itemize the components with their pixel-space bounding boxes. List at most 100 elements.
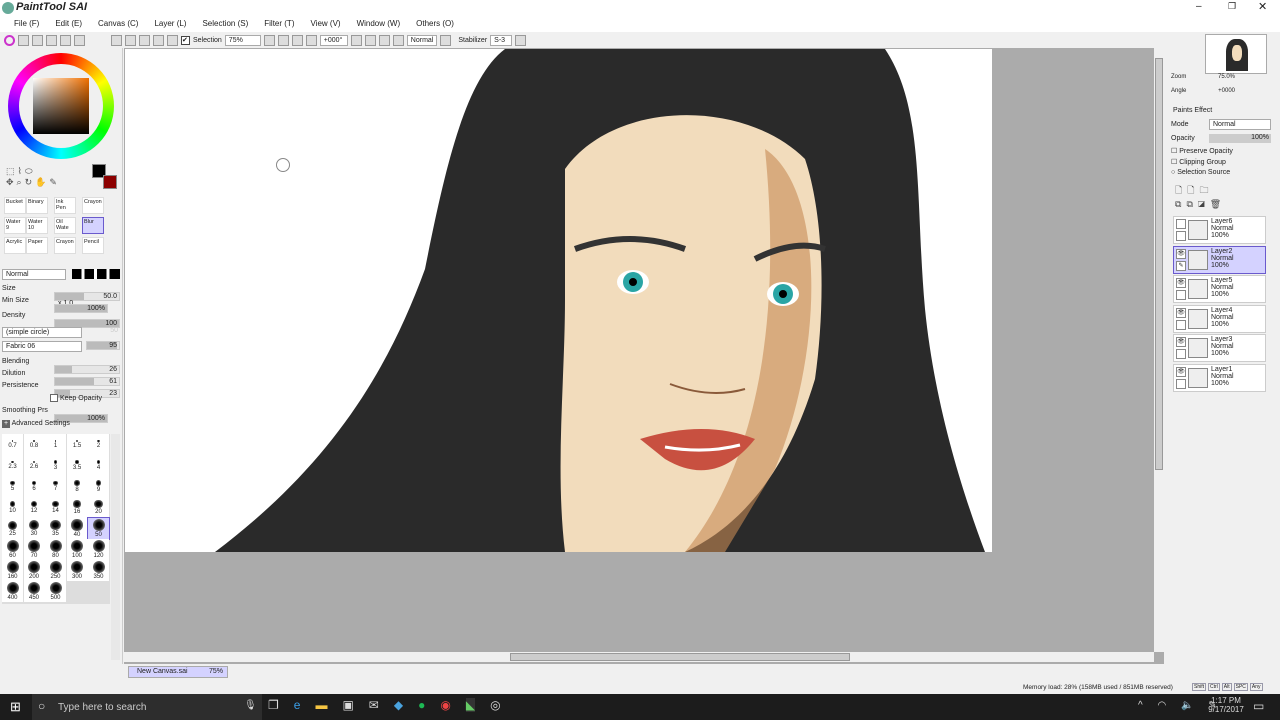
brush-size-0.7[interactable]: 0.7 bbox=[2, 434, 23, 455]
canvas-area[interactable] bbox=[124, 48, 1164, 664]
secondary-color-swatch[interactable] bbox=[103, 175, 117, 189]
close-button[interactable]: ✕ bbox=[1258, 0, 1267, 13]
intermediate-color-icon[interactable] bbox=[74, 34, 85, 46]
layer-mode-select[interactable]: Normal bbox=[1209, 119, 1271, 130]
menu-selection[interactable]: Selection (S) bbox=[194, 16, 256, 32]
brush-size-30[interactable]: 30 bbox=[23, 518, 45, 539]
rotate-left-icon[interactable] bbox=[364, 34, 376, 46]
lock-toggle-icon[interactable] bbox=[1176, 231, 1186, 241]
brush-size-9[interactable]: 9 bbox=[88, 476, 109, 497]
painttool-sai-icon[interactable]: ◣ bbox=[465, 698, 476, 712]
menu-window[interactable]: Window (W) bbox=[349, 16, 409, 32]
layer-item[interactable]: Layer6 Normal 100% bbox=[1173, 216, 1266, 244]
zoom-reset-icon[interactable] bbox=[305, 34, 317, 46]
tool-water-10[interactable]: Water 10 bbox=[26, 217, 48, 234]
layer-actions[interactable]: 🗋🗋🗀 ⧉⧉◪🗑 bbox=[1175, 183, 1226, 210]
new-linework-layer-icon[interactable]: 🗋 bbox=[1187, 185, 1199, 195]
color-wheel-toggle-icon[interactable] bbox=[4, 34, 15, 46]
menu-layer[interactable]: Layer (L) bbox=[146, 16, 194, 32]
brush-size-120[interactable]: 120 bbox=[88, 539, 109, 560]
layer-item[interactable]: 👁 Layer5 Normal 100% bbox=[1173, 275, 1266, 303]
visibility-toggle-icon[interactable]: 👁 bbox=[1176, 366, 1186, 377]
visibility-toggle-icon[interactable] bbox=[1176, 219, 1186, 229]
menu-filter[interactable]: Filter (T) bbox=[256, 16, 302, 32]
tool-bucket[interactable]: Bucket bbox=[4, 197, 26, 214]
lock-toggle-icon[interactable] bbox=[1176, 290, 1186, 300]
invert-selection-icon[interactable] bbox=[167, 34, 178, 46]
delete-layer-icon[interactable]: 🗑 bbox=[1210, 199, 1226, 209]
scratchpad-toggle-icon[interactable] bbox=[60, 34, 71, 46]
brush-size-50[interactable]: 50 bbox=[87, 517, 110, 540]
microphone-icon[interactable]: 🎙 bbox=[244, 700, 257, 711]
horizontal-scrollbar-thumb[interactable] bbox=[510, 653, 850, 661]
lock-toggle-icon[interactable] bbox=[1176, 378, 1186, 389]
tool-paper[interactable]: Paper bbox=[26, 237, 48, 254]
selection-source-radio[interactable]: ○ Selection Source bbox=[1171, 169, 1230, 176]
nav-angle-slider[interactable]: Angle +0000 bbox=[1171, 88, 1235, 94]
chrome-icon[interactable]: ◉ bbox=[440, 698, 450, 712]
rotate-reset-icon[interactable] bbox=[392, 34, 404, 46]
lock-toggle-icon[interactable]: ✎ bbox=[1176, 260, 1186, 271]
file-explorer-icon[interactable]: ▬ bbox=[315, 698, 327, 712]
windows-start-icon[interactable]: ⊞ bbox=[10, 699, 21, 715]
brush-size-40[interactable]: 40 bbox=[66, 518, 88, 539]
color-square[interactable] bbox=[33, 78, 89, 134]
menu-others[interactable]: Others (O) bbox=[408, 16, 462, 32]
minimize-button[interactable]: – bbox=[1196, 1, 1202, 12]
brush-size-4[interactable]: 4 bbox=[88, 455, 109, 476]
brush-size-2[interactable]: 2 bbox=[88, 434, 109, 455]
mail-icon[interactable]: ✉ bbox=[369, 698, 379, 712]
brush-size-350[interactable]: 350 bbox=[88, 560, 109, 581]
brush-size-3.5[interactable]: 3.5 bbox=[66, 455, 88, 476]
lock-toggle-icon[interactable] bbox=[1176, 319, 1186, 330]
deselect-icon[interactable] bbox=[153, 34, 164, 46]
selection-tools[interactable]: ⬚⌇⬭ ✥⌕↻✋✎ bbox=[6, 166, 76, 192]
tool-blur[interactable]: Blur bbox=[82, 217, 104, 234]
keep-opacity-checkbox[interactable] bbox=[50, 394, 58, 402]
menu-edit[interactable]: Edit (E) bbox=[47, 16, 90, 32]
brush-size-20[interactable]: 20 bbox=[88, 497, 109, 518]
brush-grid-scrollbar[interactable] bbox=[111, 434, 120, 660]
tool-crayon-2[interactable]: Crayon bbox=[54, 237, 76, 254]
tool-water-9[interactable]: Water 9 bbox=[4, 217, 26, 234]
clipping-group-checkbox[interactable]: ☐ Clipping Group bbox=[1171, 158, 1226, 166]
brush-size-16[interactable]: 16 bbox=[66, 497, 88, 518]
brush-size-2.6[interactable]: 2.6 bbox=[23, 455, 45, 476]
brush-size-80[interactable]: 80 bbox=[45, 539, 66, 560]
brush-size-14[interactable]: 14 bbox=[45, 497, 66, 518]
layer-item[interactable]: 👁 Layer3 Normal 100% bbox=[1173, 334, 1266, 362]
pinned-app-icon[interactable]: ◆ bbox=[394, 698, 403, 712]
menu-canvas[interactable]: Canvas (C) bbox=[90, 16, 146, 32]
brush-size-60[interactable]: 60 bbox=[2, 539, 23, 560]
selection-checkbox[interactable]: ✔ bbox=[181, 35, 190, 45]
brush-shape-select[interactable]: (simple circle) bbox=[2, 327, 82, 338]
visibility-toggle-icon[interactable]: 👁 bbox=[1176, 278, 1186, 288]
transfer-down-icon[interactable]: ⧉ bbox=[1175, 199, 1186, 209]
document-tab[interactable]: New Canvas.sai 75% bbox=[128, 666, 228, 678]
layer-opacity-slider[interactable]: 100% bbox=[1209, 134, 1271, 143]
color-wheel[interactable] bbox=[8, 53, 114, 159]
angle-field[interactable]: +000° bbox=[319, 34, 348, 46]
view-mode-field[interactable]: Normal bbox=[406, 34, 438, 46]
expand-icon[interactable]: + bbox=[2, 420, 10, 428]
brush-mode-select[interactable]: Normal bbox=[2, 269, 66, 280]
restore-button[interactable]: ❐ bbox=[1228, 1, 1236, 12]
lock-toggle-icon[interactable] bbox=[1176, 349, 1186, 359]
texture-select[interactable]: Fabric 06 bbox=[2, 341, 82, 352]
angle-dropdown-icon[interactable] bbox=[350, 34, 362, 46]
undo-icon[interactable] bbox=[125, 34, 136, 46]
menu-file[interactable]: File (F) bbox=[6, 16, 47, 32]
clear-layer-icon[interactable]: ◪ bbox=[1198, 199, 1210, 209]
vertical-scrollbar-thumb[interactable] bbox=[1155, 58, 1163, 470]
search-box[interactable]: ○ Type here to search 🎙 bbox=[32, 694, 262, 720]
layer-item[interactable]: 👁 Layer4 Normal 100% bbox=[1173, 304, 1266, 333]
tool-ink-pen[interactable]: Ink Pen bbox=[54, 197, 76, 214]
navigator-preview[interactable] bbox=[1205, 34, 1267, 74]
texture-slider[interactable]: 95 bbox=[86, 341, 120, 350]
preserve-opacity-checkbox[interactable]: ☐ Preserve Opacity bbox=[1171, 147, 1233, 155]
brush-size-100[interactable]: 100 bbox=[66, 539, 88, 560]
brush-size-160[interactable]: 160 bbox=[2, 560, 23, 581]
merge-down-icon[interactable]: ⧉ bbox=[1186, 199, 1197, 209]
hsv-slider-toggle-icon[interactable] bbox=[32, 34, 43, 46]
artwork-canvas[interactable] bbox=[125, 49, 992, 552]
